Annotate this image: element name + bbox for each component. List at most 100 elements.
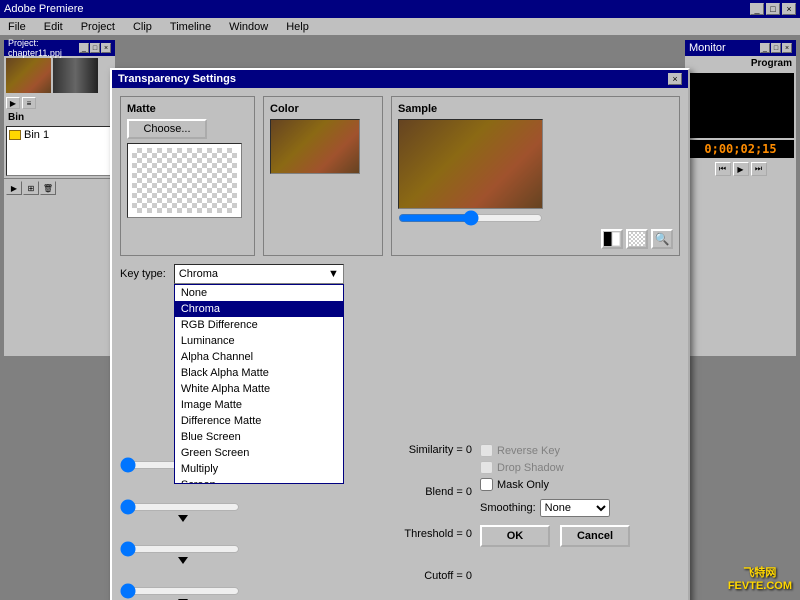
tool-btn-2[interactable]: ≡ [22,97,36,109]
option-blue-screen[interactable]: Blue Screen [175,429,343,445]
option-multiply[interactable]: Multiply [175,461,343,477]
reverse-key-row: Reverse Key [480,444,680,457]
key-type-container: Key type: Chroma ▼ None Chroma RGB Diffe… [120,264,344,284]
monitor-title-bar: Monitor _ □ × [685,40,796,56]
key-type-row: Key type: Chroma ▼ None Chroma RGB Diffe… [120,264,680,284]
choose-button[interactable]: Choose... [127,119,207,139]
option-screen[interactable]: Screen [175,477,343,484]
project-close[interactable]: × [101,43,111,53]
option-alpha[interactable]: Alpha Channel [175,349,343,365]
color-section: Color [263,96,383,256]
matte-preview [127,143,242,218]
time-display: 0;00;02;15 [687,140,794,158]
menu-clip[interactable]: Clip [129,20,156,34]
smoothing-select[interactable]: None Low High [540,499,610,517]
right-options-area: Reverse Key Drop Shadow Mask Only Smooth… [480,444,680,600]
drop-shadow-row: Drop Shadow [480,461,680,474]
matte-section: Matte Choose... [120,96,255,256]
option-green-screen[interactable]: Green Screen [175,445,343,461]
monitor-minimize[interactable]: _ [760,43,770,53]
menu-bar: File Edit Project Clip Timeline Window H… [0,18,800,36]
drop-shadow-checkbox[interactable] [480,461,493,474]
project-window: Project: chapter11.ppj _ □ × ▶ ≡ Bin Bin… [2,38,117,358]
option-rgb-diff[interactable]: RGB Difference [175,317,343,333]
blend-row: Blend = 0 [120,486,472,522]
mask-only-label: Mask Only [497,479,549,491]
app-title-bar: Adobe Premiere _ □ × [0,0,800,18]
blend-label: Blend = 0 [120,486,472,498]
dialog-close-btn[interactable]: × [668,73,682,85]
smoothing-row: Smoothing: None Low High [480,499,680,517]
thumbnail-1 [6,58,51,93]
folder-icon [9,130,21,140]
cutoff-slider[interactable] [120,583,240,599]
dialog-body: Matte Choose... Color Sample [112,88,688,600]
dialog-title-bar: Transparency Settings × [112,70,688,88]
bin-label: Bin [6,111,113,124]
ok-button[interactable]: OK [480,525,550,547]
blend-arrow [178,515,188,522]
option-black-alpha[interactable]: Black Alpha Matte [175,365,343,381]
sample-slider[interactable] [398,214,543,222]
monitor-close[interactable]: × [782,43,792,53]
option-diff-matte[interactable]: Difference Matte [175,413,343,429]
menu-window[interactable]: Window [225,20,272,34]
project-maximize[interactable]: □ [90,43,100,53]
option-none[interactable]: None [175,285,343,301]
maximize-btn[interactable]: □ [766,3,780,15]
program-label: Program [685,56,796,71]
sample-slider-container [398,213,673,225]
proj-tool-3[interactable]: 🗑 [40,181,56,195]
blend-slider-row [120,499,472,515]
tool-btn-1[interactable]: ▶ [6,97,20,109]
menu-file[interactable]: File [4,20,30,34]
smoothing-label: Smoothing: [480,502,536,514]
bin-item[interactable]: Bin 1 [9,129,110,141]
reverse-key-checkbox[interactable] [480,444,493,457]
threshold-arrow [178,557,188,564]
option-white-alpha[interactable]: White Alpha Matte [175,381,343,397]
dialog-action-btns: OK Cancel [480,525,680,547]
app-title: Adobe Premiere [4,3,84,15]
monitor-title-label: Monitor [689,42,726,54]
close-btn[interactable]: × [782,3,796,15]
transport-prev[interactable]: ⏮ [715,162,731,176]
reverse-key-label: Reverse Key [497,445,560,457]
threshold-slider[interactable] [120,541,240,557]
cutoff-slider-row [120,583,472,599]
key-type-selected: Chroma [179,268,218,280]
proj-tool-1[interactable]: ▶ [6,181,22,195]
cancel-button[interactable]: Cancel [560,525,630,547]
key-type-dropdown-list: None Chroma RGB Difference Luminance Alp… [174,284,344,484]
threshold-row: Threshold = 0 [120,528,472,564]
project-minimize[interactable]: _ [79,43,89,53]
menu-project[interactable]: Project [77,20,119,34]
minimize-btn[interactable]: _ [750,3,764,15]
transport-play[interactable]: ▶ [733,162,749,176]
transport-next[interactable]: ⏭ [751,162,767,176]
mask-only-checkbox[interactable] [480,478,493,491]
watermark-url: FEVTE.COM [728,580,792,592]
sample-section: Sample [391,96,680,256]
sample-label: Sample [398,103,673,115]
option-image-matte[interactable]: Image Matte [175,397,343,413]
menu-timeline[interactable]: Timeline [166,20,215,34]
project-title: Project: chapter11.ppj [8,38,79,58]
transparency-dialog: Transparency Settings × Matte Choose... … [110,68,690,600]
option-chroma[interactable]: Chroma [175,301,343,317]
key-type-dropdown[interactable]: Chroma ▼ [174,264,344,284]
thumbnail-area [4,56,115,95]
zoom-icon-btn[interactable]: 🔍 [651,229,673,249]
bw-icon-btn[interactable] [601,229,623,249]
menu-help[interactable]: Help [282,20,313,34]
color-label: Color [270,103,376,115]
option-luminance[interactable]: Luminance [175,333,343,349]
threshold-slider-row [120,541,472,557]
checker-icon-btn[interactable] [626,229,648,249]
proj-tool-2[interactable]: ⊞ [23,181,39,195]
blend-slider[interactable] [120,499,240,515]
threshold-label: Threshold = 0 [120,528,472,540]
monitor-maximize[interactable]: □ [771,43,781,53]
key-type-dropdown-wrapper: Chroma ▼ None Chroma RGB Difference Lumi… [174,264,344,284]
menu-edit[interactable]: Edit [40,20,67,34]
